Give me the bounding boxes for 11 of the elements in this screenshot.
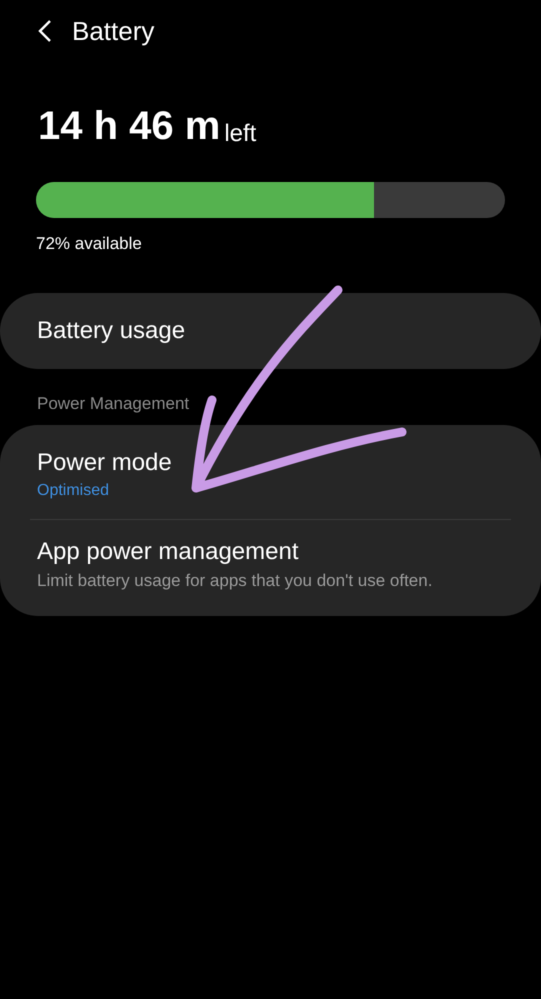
screen-title: Battery [72,14,154,48]
time-suffix: left [224,122,256,146]
time-remaining: 14 h 46 m [38,106,220,146]
setting-title[interactable]: Power mode [37,447,172,479]
setting-status: Optimised [37,481,110,501]
back-icon[interactable] [38,19,52,43]
battery-usage-button[interactable]: Battery usage [0,293,541,369]
section-header: Power Management [37,394,190,413]
battery-available: 72% available [36,234,142,253]
setting-description: Limit battery usage for apps that you don't use often. [37,570,432,592]
setting-title[interactable]: App power management [37,536,298,568]
